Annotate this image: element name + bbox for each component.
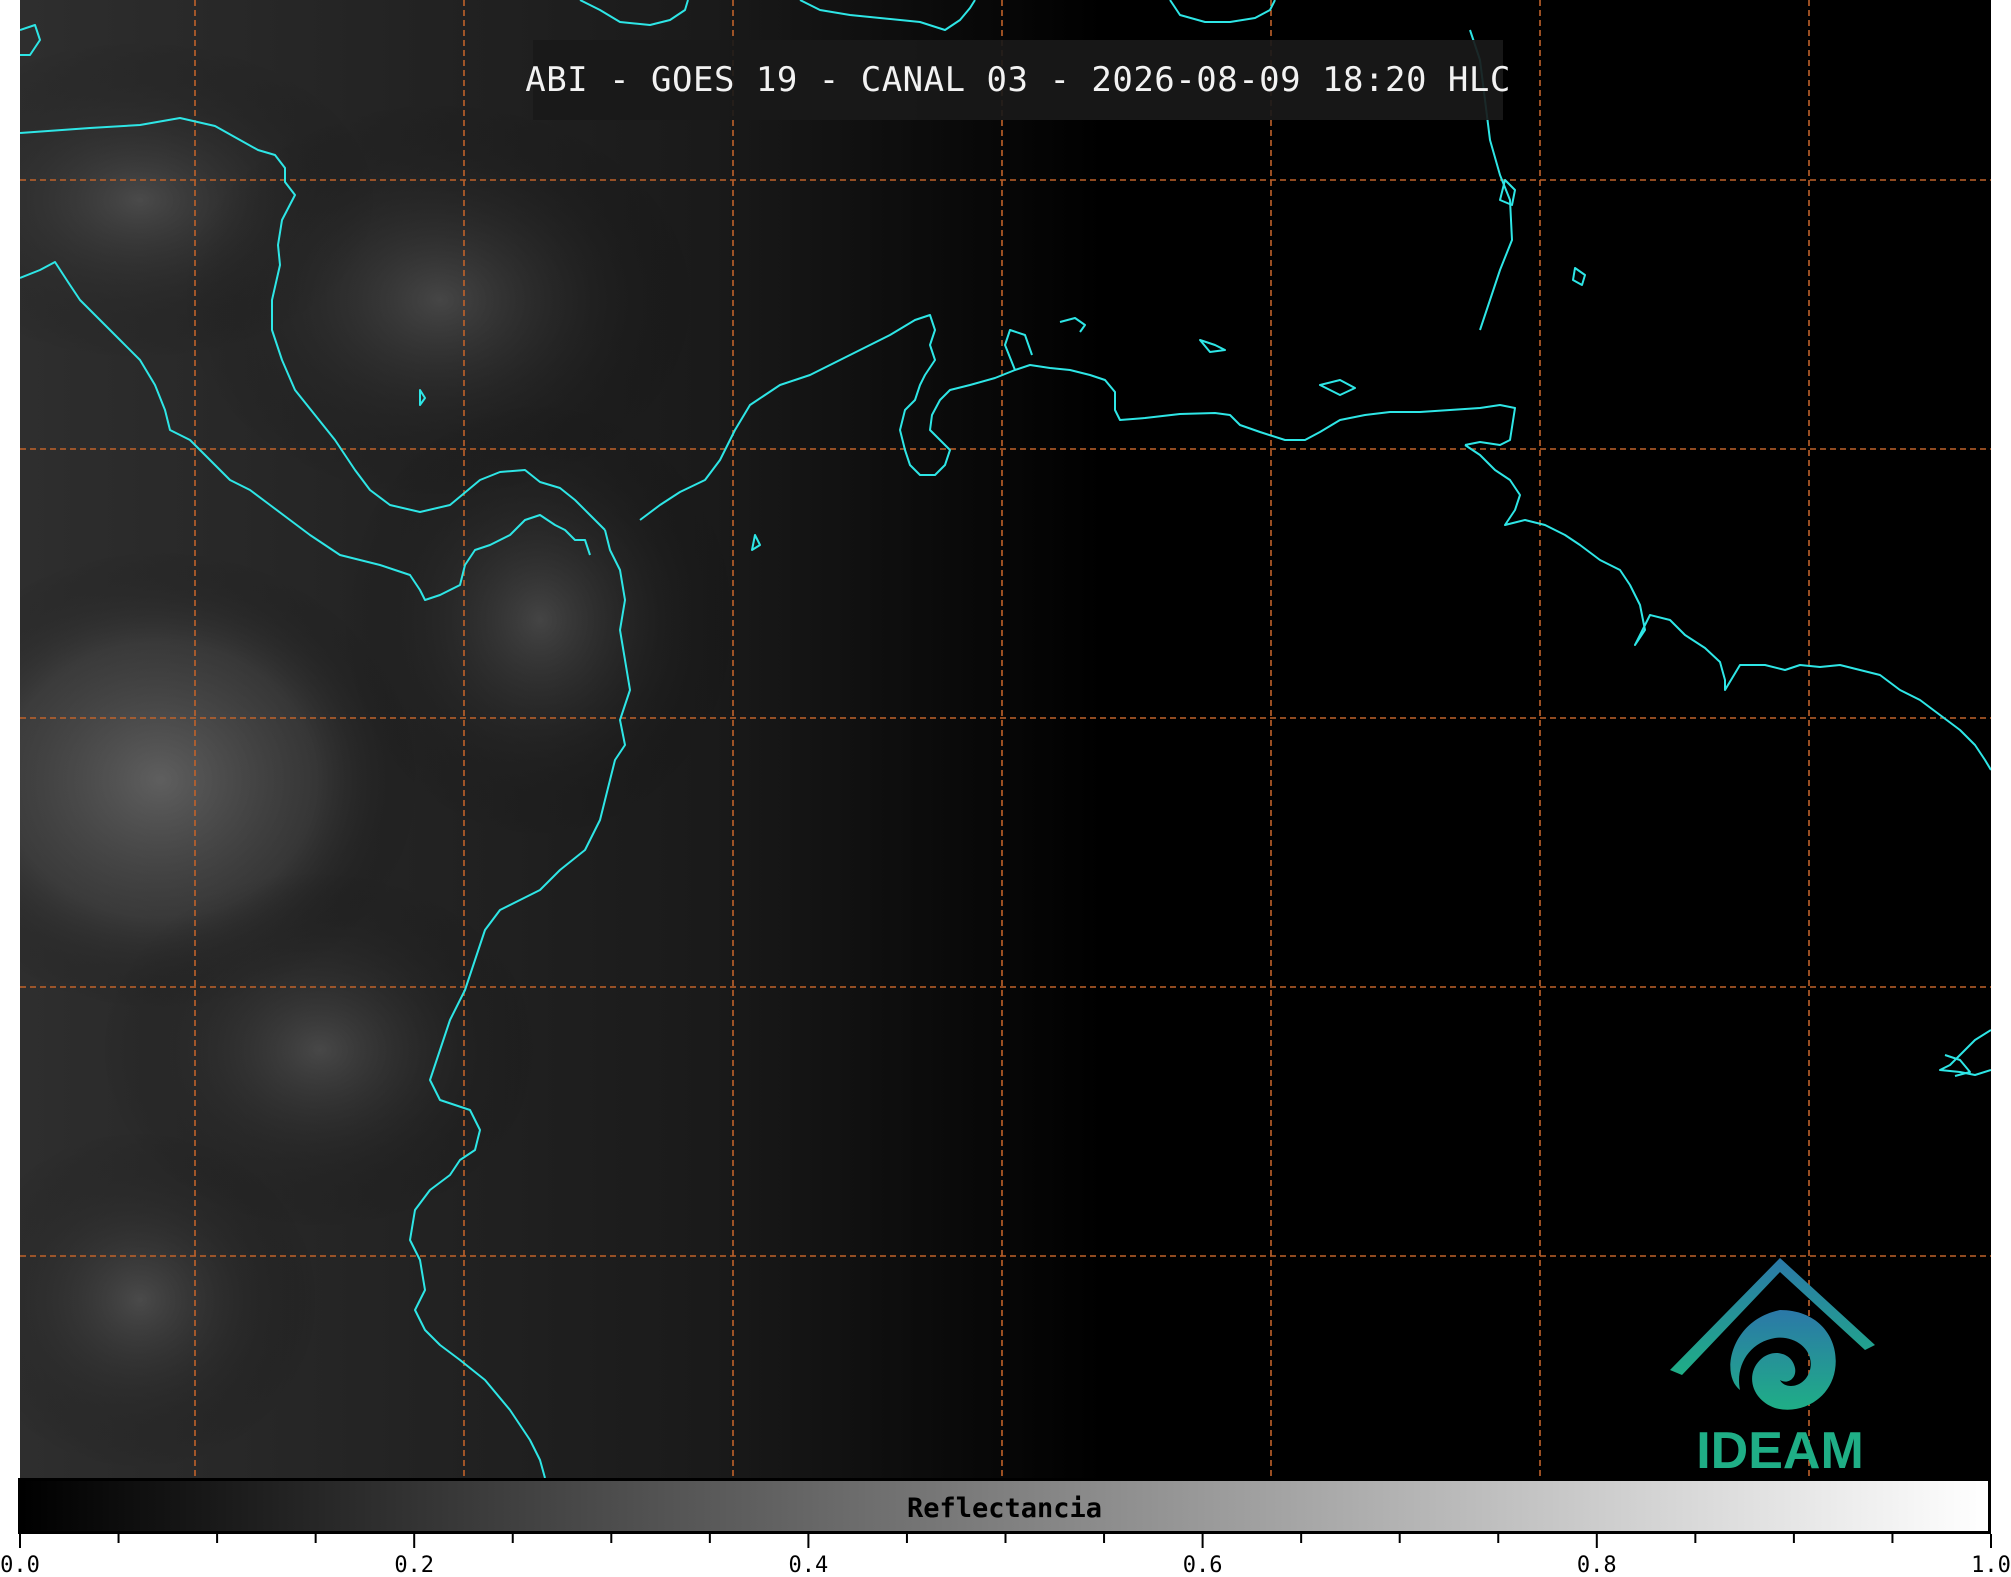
colorbar-tick-label: 1.0: [1971, 1553, 2011, 1577]
logo-text: IDEAM: [1696, 1422, 1864, 1478]
colorbar-label: Reflectancia: [906, 1493, 1103, 1524]
satellite-image: ABI - GOES 19 - CANAL 03 - 2026-08-09 18…: [20, 0, 1991, 1478]
title-box: ABI - GOES 19 - CANAL 03 - 2026-08-09 18…: [525, 40, 1510, 120]
colorbar-tick-label: 0.0: [0, 1553, 40, 1577]
colorbar-tick-label: 0.4: [789, 1553, 829, 1577]
colorbar-tick-label: 0.2: [394, 1553, 434, 1577]
colorbar-tick-label: 0.8: [1577, 1553, 1617, 1577]
ideam-logo: IDEAM: [1660, 1250, 1900, 1478]
colorbar-axis: 0.0 0.2 0.4 0.6 0.8 1.0: [0, 1534, 2011, 1577]
colorbar: Reflectancia: [18, 1478, 1991, 1534]
ideam-mountain-spiral-icon: IDEAM: [1670, 1258, 1875, 1478]
page-title: ABI - GOES 19 - CANAL 03 - 2026-08-09 18…: [525, 60, 1511, 100]
colorbar-tick-label: 0.6: [1183, 1553, 1223, 1577]
